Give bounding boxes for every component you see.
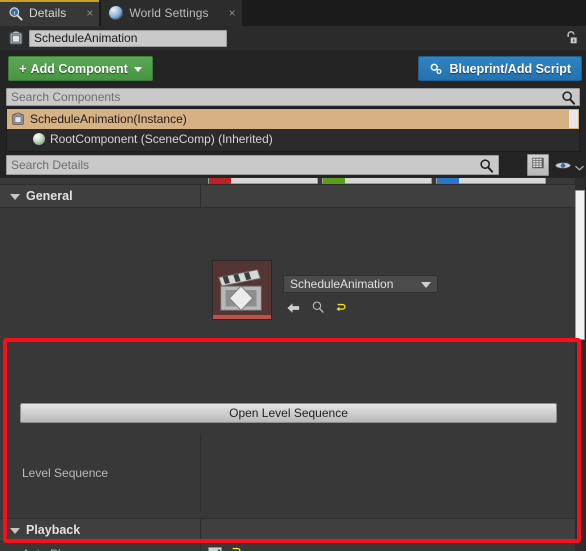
auto-play-checkbox[interactable] [208,546,222,551]
actor-icon [8,30,24,46]
view-options-button[interactable] [554,158,584,176]
level-sequence-asset-name: ScheduleAnimation [290,277,394,291]
expand-triangle-icon [10,194,20,200]
property-row-auto-play: Auto Play [0,542,578,551]
chevron-down-icon [133,67,142,72]
asset-action-buttons [286,300,347,319]
search-components-input[interactable]: Search Components [6,88,580,106]
reset-to-default-icon[interactable] [230,545,242,551]
level-sequence-label: Level Sequence [22,466,109,480]
use-selected-asset-icon[interactable] [286,301,301,319]
tab-world-settings-label: World Settings [129,6,209,20]
blueprint-label: Blueprint/Add Script [449,61,571,76]
component-tree-scrollbar[interactable] [569,110,578,128]
level-sequence-asset-row: Level Sequence [0,434,578,512]
section-header-playback[interactable]: Playback [0,518,578,542]
column-settings-button[interactable] [527,154,549,176]
section-title-general: General [26,189,73,203]
svg-text:i: i [13,9,15,16]
gears-icon [429,62,443,76]
browse-asset-icon[interactable] [311,300,325,319]
level-sequence-clapperboard-icon[interactable] [212,260,272,320]
actor-name-row: ScheduleAnimation [0,26,586,50]
component-row-root-component[interactable]: RootComponent (SceneComp) (Inherited) [7,129,579,149]
column-divider [200,519,201,541]
section-title-playback: Playback [26,523,81,537]
chevron-down-icon [575,158,584,176]
section-header-general[interactable]: General [0,184,578,208]
details-panel-window: i Details × World Settings × ScheduleAni… [0,0,586,551]
column-divider [200,185,201,207]
column-divider [200,434,201,512]
unlocked-padlock-icon[interactable] [564,30,578,46]
chevron-down-icon [421,282,431,288]
level-sequence-asset-picker[interactable]: ScheduleAnimation [283,275,438,293]
search-details-placeholder: Search Details [11,158,90,172]
globe-icon [109,6,124,20]
add-component-button[interactable]: + Add Component [8,56,153,81]
expand-triangle-icon [10,528,20,534]
eye-icon [554,158,572,176]
search-components-placeholder: Search Components [11,90,121,104]
tab-bar: i Details × World Settings × [0,0,586,26]
details-properties-panel: General Open Level Sequence Level Sequen… [0,178,578,551]
component-toolbar: + Add Component Blueprint/Add Script [0,50,586,86]
tab-world-settings-close-icon[interactable]: × [229,7,236,20]
column-settings-icon [531,156,545,175]
component-row-label: ScheduleAnimation(Instance) [30,112,187,126]
search-icon [561,90,576,110]
column-divider [200,542,201,551]
tab-details[interactable]: i Details × [0,0,100,26]
component-row-schedule-animation[interactable]: ScheduleAnimation(Instance) [7,109,579,129]
open-level-sequence-button[interactable]: Open Level Sequence [20,403,557,423]
tab-details-close-icon[interactable]: × [86,7,93,20]
details-search-icon: i [8,6,23,21]
blueprint-add-script-button[interactable]: Blueprint/Add Script [418,56,582,81]
scene-component-icon [33,133,45,145]
search-icon [479,158,494,178]
reset-to-default-icon[interactable] [335,301,347,319]
asset-type-color-strip [213,315,271,319]
details-vertical-scrollbar[interactable] [575,190,585,340]
tab-details-label: Details [29,6,67,20]
plus-icon: + [19,61,27,76]
search-details-input[interactable]: Search Details [6,155,499,175]
actor-name-field[interactable]: ScheduleAnimation [29,29,227,47]
actor-icon [11,112,25,126]
add-component-label: Add Component [30,61,128,76]
component-tree: ScheduleAnimation(Instance) RootComponen… [6,108,580,152]
tab-world-settings[interactable]: World Settings × [101,0,242,26]
component-row-label: RootComponent (SceneComp) (Inherited) [50,132,273,146]
property-label-auto-play: Auto Play [0,547,200,551]
playback-section: Playback Auto Play [0,518,578,551]
